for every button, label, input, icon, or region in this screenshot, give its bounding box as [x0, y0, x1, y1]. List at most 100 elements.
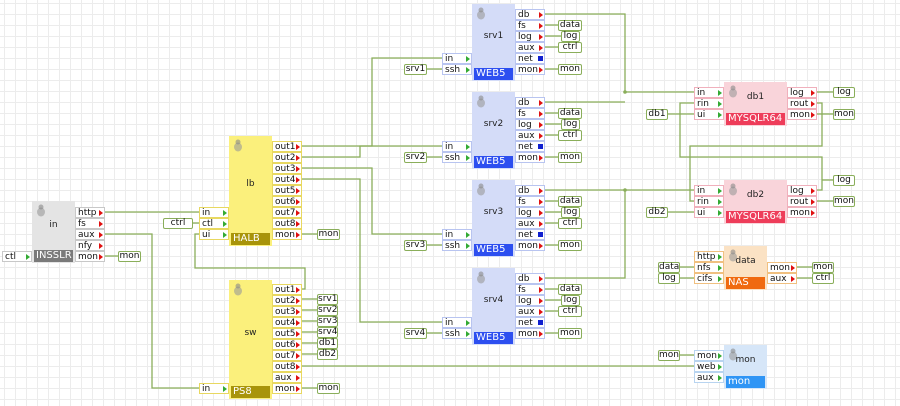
block-srv2[interactable]: srv2 WEB5	[472, 92, 515, 169]
input-port-in[interactable]: in	[694, 185, 724, 196]
input-port-nfs[interactable]: nfs	[694, 262, 724, 273]
input-port-ui[interactable]: ui	[694, 207, 724, 218]
output-port-mon[interactable]: mon	[515, 240, 545, 251]
connector-tag[interactable]: srv4	[317, 327, 338, 338]
connector-tag[interactable]: mon	[658, 350, 680, 361]
output-port-mon[interactable]: mon	[787, 109, 817, 120]
block-sw[interactable]: sw PS8	[229, 280, 272, 399]
block-srv1[interactable]: srv1 WEB5	[472, 4, 515, 81]
output-port-out7[interactable]: out7	[272, 207, 302, 218]
input-port-in[interactable]: in	[442, 141, 472, 152]
connector-tag[interactable]: log	[658, 273, 680, 284]
input-port-in[interactable]: in	[694, 87, 724, 98]
input-port-rin[interactable]: rin	[694, 196, 724, 207]
connector-tag[interactable]: mon	[833, 109, 855, 120]
output-port-fs[interactable]: fs	[515, 196, 545, 207]
connector-tag[interactable]: log	[561, 207, 580, 218]
output-port-mon[interactable]: mon	[515, 328, 545, 339]
block-in[interactable]: in INSSLR	[32, 201, 75, 263]
output-port-fs[interactable]: fs	[75, 218, 105, 229]
output-port-log[interactable]: log	[515, 119, 545, 130]
output-port-log[interactable]: log	[787, 87, 817, 98]
block-data[interactable]: data NAS	[724, 246, 767, 290]
output-port-aux[interactable]: aux	[515, 42, 545, 53]
connector-tag[interactable]: mon	[812, 262, 834, 273]
input-port-in[interactable]: in	[199, 207, 229, 218]
connector-tag[interactable]: ctrl	[812, 273, 834, 284]
connector-tag[interactable]: ctrl	[558, 218, 582, 229]
input-port-cifs[interactable]: cifs	[694, 273, 724, 284]
output-port-mon[interactable]: mon	[272, 383, 302, 394]
output-port-out5[interactable]: out5	[272, 328, 302, 339]
output-port-out2[interactable]: out2	[272, 295, 302, 306]
input-port-ssh[interactable]: ssh	[442, 328, 472, 339]
input-port-ssh[interactable]: ssh	[442, 64, 472, 75]
output-port-out7[interactable]: out7	[272, 350, 302, 361]
connector-tag[interactable]: db1	[646, 109, 668, 120]
input-port-in[interactable]: in	[442, 229, 472, 240]
connector-tag[interactable]: srv2	[317, 305, 338, 316]
connector-tag[interactable]: ctrl	[558, 306, 582, 317]
connector-tag[interactable]: db2	[317, 349, 338, 360]
block-srv3[interactable]: srv3 WEB5	[472, 180, 515, 257]
connector-tag[interactable]: data	[558, 108, 582, 119]
diagram-canvas[interactable]: in INSSLR ctl http fs aux nfy mon lb HALB in ctl ui o…	[0, 0, 900, 406]
input-port-http[interactable]: http	[694, 251, 724, 262]
connector-tag[interactable]: ctrl	[163, 218, 193, 229]
output-port-db[interactable]: db	[515, 185, 545, 196]
output-port-aux[interactable]: aux	[515, 130, 545, 141]
connector-tag[interactable]: mon	[558, 328, 582, 339]
output-port-mon[interactable]: mon	[75, 251, 105, 262]
output-port-log[interactable]: log	[515, 31, 545, 42]
connector-tag[interactable]: ctrl	[558, 42, 582, 53]
output-port-net[interactable]: net	[515, 53, 545, 64]
connector-tag[interactable]: mon	[317, 383, 340, 394]
block-db1[interactable]: db1 MYSQLR64	[724, 82, 787, 126]
connector-tag[interactable]: data	[558, 20, 582, 31]
input-port-in[interactable]: in	[442, 317, 472, 328]
output-port-out4[interactable]: out4	[272, 317, 302, 328]
block-lb[interactable]: lb HALB	[229, 136, 272, 246]
output-port-out1[interactable]: out1	[272, 141, 302, 152]
connector-tag[interactable]: data	[558, 284, 582, 295]
output-port-rout[interactable]: rout	[787, 196, 817, 207]
block-srv4[interactable]: srv4 WEB5	[472, 268, 515, 345]
wire[interactable]	[302, 167, 442, 235]
output-port-out6[interactable]: out6	[272, 196, 302, 207]
connector-tag[interactable]: mon	[317, 229, 340, 240]
connector-tag[interactable]: log	[833, 87, 855, 98]
output-port-rout[interactable]: rout	[787, 98, 817, 109]
output-port-net[interactable]: net	[515, 141, 545, 152]
input-port-aux[interactable]: aux	[694, 372, 724, 383]
output-port-out2[interactable]: out2	[272, 152, 302, 163]
input-port-ui[interactable]: ui	[694, 109, 724, 120]
connector-tag[interactable]: srv1	[317, 294, 338, 305]
wire[interactable]	[545, 190, 626, 279]
output-port-nfy[interactable]: nfy	[75, 240, 105, 251]
output-port-mon[interactable]: mon	[515, 152, 545, 163]
output-port-log[interactable]: log	[515, 295, 545, 306]
connector-tag[interactable]: srv2	[404, 152, 427, 163]
input-port-ssh[interactable]: ssh	[442, 240, 472, 251]
output-port-fs[interactable]: fs	[515, 284, 545, 295]
output-port-out3[interactable]: out3	[272, 163, 302, 174]
connector-tag[interactable]: srv3	[404, 240, 427, 251]
connector-tag[interactable]: srv4	[404, 328, 427, 339]
input-port-web[interactable]: web	[694, 361, 724, 372]
block-mon[interactable]: mon mon	[724, 345, 767, 389]
input-port-ctl[interactable]: ctl	[199, 218, 229, 229]
output-port-mon[interactable]: mon	[272, 229, 302, 240]
output-port-net[interactable]: net	[515, 317, 545, 328]
connector-tag[interactable]: mon	[558, 152, 582, 163]
input-port-mon[interactable]: mon	[694, 350, 724, 361]
output-port-out5[interactable]: out5	[272, 185, 302, 196]
connector-tag[interactable]: ctrl	[558, 130, 582, 141]
input-port-ui[interactable]: ui	[199, 229, 229, 240]
output-port-mon[interactable]: mon	[515, 64, 545, 75]
output-port-fs[interactable]: fs	[515, 108, 545, 119]
connector-tag[interactable]: data	[558, 196, 582, 207]
output-port-aux[interactable]: aux	[515, 306, 545, 317]
input-port-ctl[interactable]: ctl	[2, 251, 32, 262]
output-port-out6[interactable]: out6	[272, 339, 302, 350]
connector-tag[interactable]: log	[833, 175, 855, 186]
